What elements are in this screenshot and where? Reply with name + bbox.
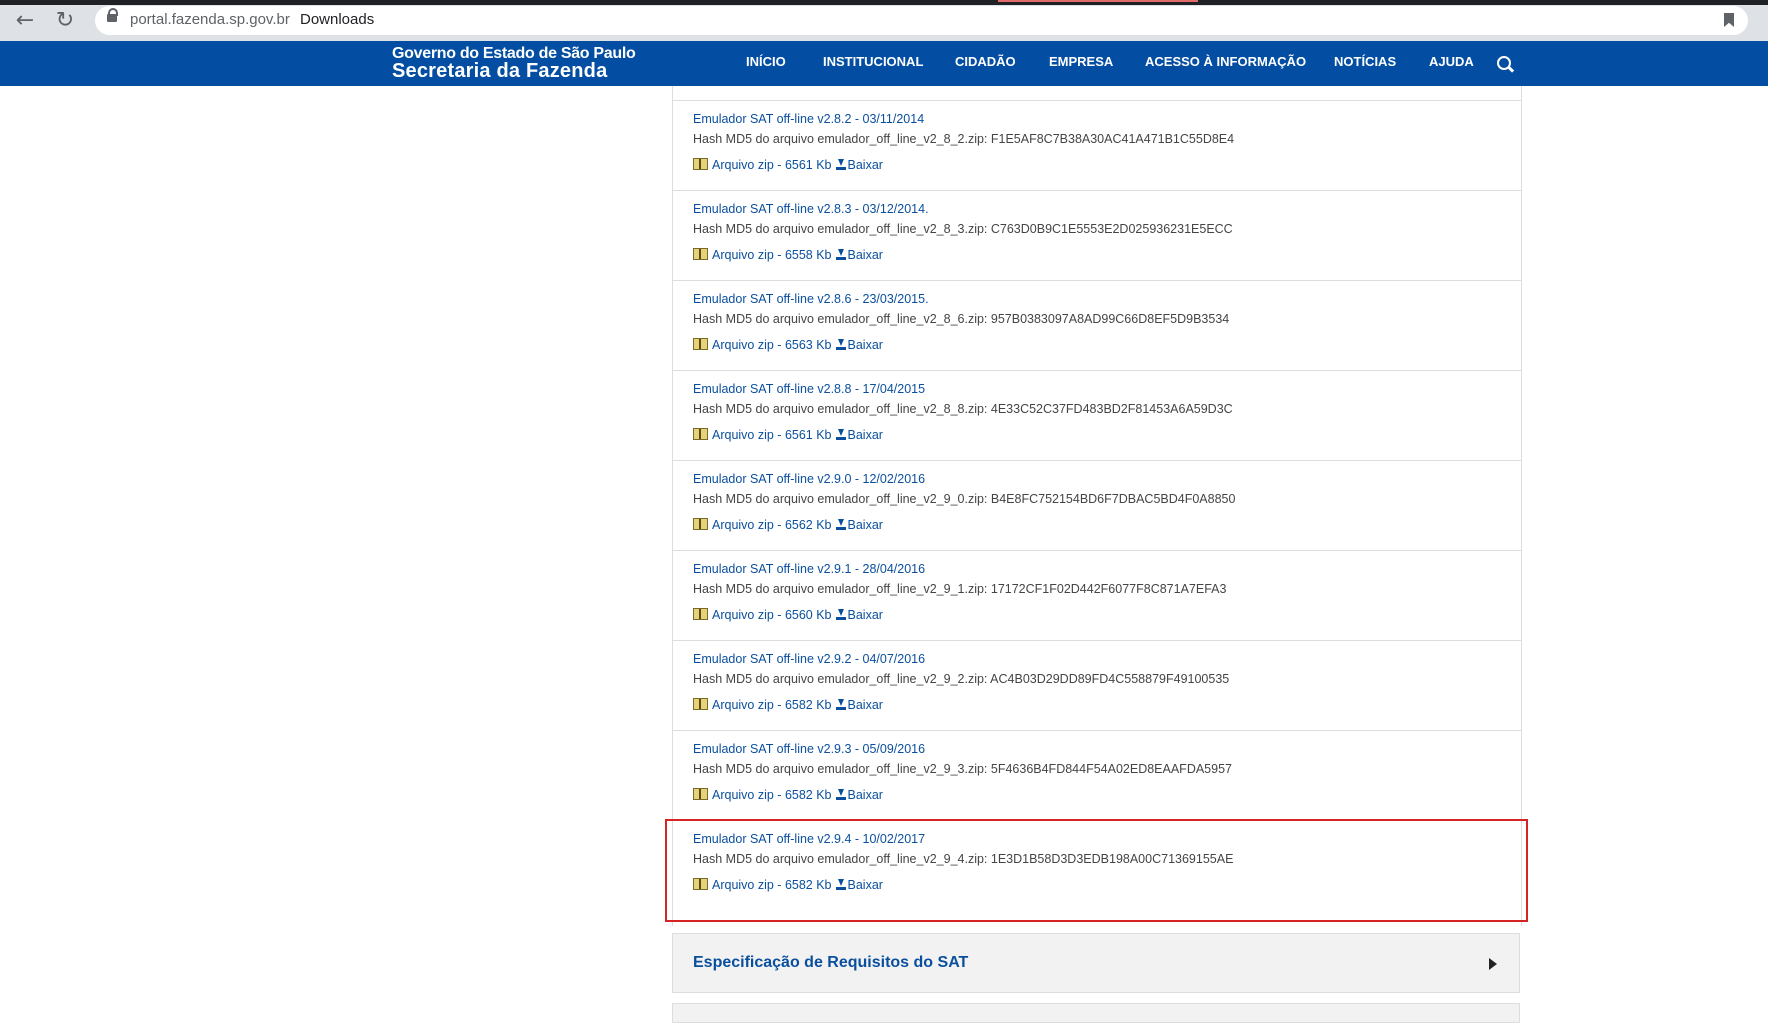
zip-file-icon [693, 428, 708, 440]
download-icon[interactable] [835, 249, 846, 260]
list-item: Emulador SAT off-line v2.8.6 - 23/03/201… [673, 280, 1521, 371]
browser-toolbar: ← ↻ portal.fazenda.sp.gov.br Downloads [0, 0, 1768, 41]
file-info[interactable]: Arquivo zip - 6561 Kb [712, 428, 832, 442]
item-hash: Hash MD5 do arquivo emulador_off_line_v2… [693, 132, 1235, 146]
menu-institucional[interactable]: INSTITUCIONAL [823, 54, 923, 69]
list-item: Emulador SAT off-line v2.9.1 - 28/04/201… [673, 550, 1521, 641]
zip-file-icon [693, 248, 708, 260]
download-icon[interactable] [835, 609, 846, 620]
zip-file-icon [693, 698, 708, 710]
reload-icon[interactable]: ↻ [50, 8, 80, 34]
item-file-link[interactable]: Arquivo zip - 6561 Kb Baixar [693, 158, 883, 172]
item-title-link[interactable]: Emulador SAT off-line v2.9.1 - 28/04/201… [693, 562, 925, 576]
item-title-link[interactable]: Emulador SAT off-line v2.9.2 - 04/07/201… [693, 652, 925, 666]
item-title-link[interactable]: Emulador SAT off-line v2.9.3 - 05/09/201… [693, 742, 925, 756]
item-hash: Hash MD5 do arquivo emulador_off_line_v2… [693, 492, 1236, 506]
download-icon[interactable] [835, 699, 846, 710]
download-link[interactable]: Baixar [848, 788, 883, 802]
page-title: Downloads [300, 11, 375, 28]
file-info[interactable]: Arquivo zip - 6562 Kb [712, 518, 832, 532]
item-file-link[interactable]: Arquivo zip - 6582 Kb Baixar [693, 698, 883, 712]
list-item: Emulador SAT off-line v2.9.3 - 05/09/201… [673, 730, 1521, 821]
zip-file-icon [693, 158, 708, 170]
item-title-link[interactable]: Emulador SAT off-line v2.8.2 - 03/11/201… [693, 112, 924, 126]
item-file-link[interactable]: Arquivo zip - 6563 Kb Baixar [693, 338, 883, 352]
tab-strip [0, 0, 1768, 5]
address-bar[interactable]: portal.fazenda.sp.gov.br Downloads [95, 6, 1748, 35]
zip-file-icon [693, 338, 708, 350]
item-hash: Hash MD5 do arquivo emulador_off_line_v2… [693, 582, 1227, 596]
list-item: Emulador SAT off-line v2.8.3 - 03/12/201… [673, 190, 1521, 281]
file-info[interactable]: Arquivo zip - 6582 Kb [712, 788, 832, 802]
item-file-link[interactable]: Arquivo zip - 6582 Kb Baixar [693, 788, 883, 802]
download-link[interactable]: Baixar [848, 158, 883, 172]
back-icon[interactable]: ← [10, 8, 40, 34]
item-file-link[interactable]: Arquivo zip - 6558 Kb Baixar [693, 248, 883, 262]
brand-line-2: Secretaria da Fazenda [392, 60, 608, 82]
active-tab-indicator [998, 0, 1198, 2]
downloads-list: Emulador SAT off-line v2.8.2 - 03/11/201… [672, 86, 1522, 926]
lock-icon [107, 8, 118, 22]
site-logo[interactable]: Governo do Estado de São Paulo Secretari… [392, 46, 636, 82]
item-file-link[interactable]: Arquivo zip - 6560 Kb Baixar [693, 608, 883, 622]
item-title-link[interactable]: Emulador SAT off-line v2.9.0 - 12/02/201… [693, 472, 925, 486]
download-link[interactable]: Baixar [848, 248, 883, 262]
file-info[interactable]: Arquivo zip - 6563 Kb [712, 338, 832, 352]
menu-inicio[interactable]: INÍCIO [746, 54, 786, 69]
download-link[interactable]: Baixar [848, 608, 883, 622]
file-info[interactable]: Arquivo zip - 6560 Kb [712, 608, 832, 622]
menu-ajuda[interactable]: AJUDA [1429, 54, 1474, 69]
list-item: Emulador SAT off-line v2.8.2 - 03/11/201… [673, 100, 1521, 191]
list-item: Emulador SAT off-line v2.9.2 - 04/07/201… [673, 640, 1521, 731]
bookmark-icon[interactable] [1724, 13, 1734, 27]
item-hash: Hash MD5 do arquivo emulador_off_line_v2… [693, 222, 1233, 236]
item-hash: Hash MD5 do arquivo emulador_off_line_v2… [693, 402, 1233, 416]
download-icon[interactable] [835, 429, 846, 440]
file-info[interactable]: Arquivo zip - 6558 Kb [712, 248, 832, 262]
highlight-box [665, 819, 1528, 922]
accordion-next[interactable] [672, 1003, 1520, 1023]
zip-file-icon [693, 788, 708, 800]
item-hash: Hash MD5 do arquivo emulador_off_line_v2… [693, 312, 1230, 326]
accordion-especificacao[interactable]: Especificação de Requisitos do SAT [672, 933, 1520, 993]
caret-right-icon[interactable] [1489, 958, 1497, 970]
item-title-link[interactable]: Emulador SAT off-line v2.8.6 - 23/03/201… [693, 292, 929, 306]
download-link[interactable]: Baixar [848, 518, 883, 532]
download-link[interactable]: Baixar [848, 428, 883, 442]
file-info[interactable]: Arquivo zip - 6561 Kb [712, 158, 832, 172]
download-icon[interactable] [835, 789, 846, 800]
site-header: Governo do Estado de São Paulo Secretari… [0, 41, 1768, 86]
download-icon[interactable] [835, 339, 846, 350]
item-file-link[interactable]: Arquivo zip - 6561 Kb Baixar [693, 428, 883, 442]
item-file-link[interactable]: Arquivo zip - 6562 Kb Baixar [693, 518, 883, 532]
download-icon[interactable] [835, 159, 846, 170]
item-hash: Hash MD5 do arquivo emulador_off_line_v2… [693, 672, 1230, 686]
download-link[interactable]: Baixar [848, 338, 883, 352]
search-icon[interactable] [1497, 56, 1511, 70]
zip-file-icon [693, 608, 708, 620]
menu-cidadao[interactable]: CIDADÃO [955, 54, 1016, 69]
item-title-link[interactable]: Emulador SAT off-line v2.8.8 - 17/04/201… [693, 382, 925, 396]
url-host: portal.fazenda.sp.gov.br [130, 11, 290, 28]
zip-file-icon [693, 518, 708, 530]
list-item: Emulador SAT off-line v2.9.0 - 12/02/201… [673, 460, 1521, 551]
download-link[interactable]: Baixar [848, 698, 883, 712]
accordion-title[interactable]: Especificação de Requisitos do SAT [693, 954, 968, 972]
menu-empresa[interactable]: EMPRESA [1049, 54, 1113, 69]
item-title-link[interactable]: Emulador SAT off-line v2.8.3 - 03/12/201… [693, 202, 929, 216]
list-item: Emulador SAT off-line v2.8.8 - 17/04/201… [673, 370, 1521, 461]
menu-noticias[interactable]: NOTÍCIAS [1334, 54, 1396, 69]
download-icon[interactable] [835, 519, 846, 530]
menu-acesso-informacao[interactable]: ACESSO À INFORMAÇÃO [1145, 54, 1306, 69]
item-hash: Hash MD5 do arquivo emulador_off_line_v2… [693, 762, 1232, 776]
file-info[interactable]: Arquivo zip - 6582 Kb [712, 698, 832, 712]
